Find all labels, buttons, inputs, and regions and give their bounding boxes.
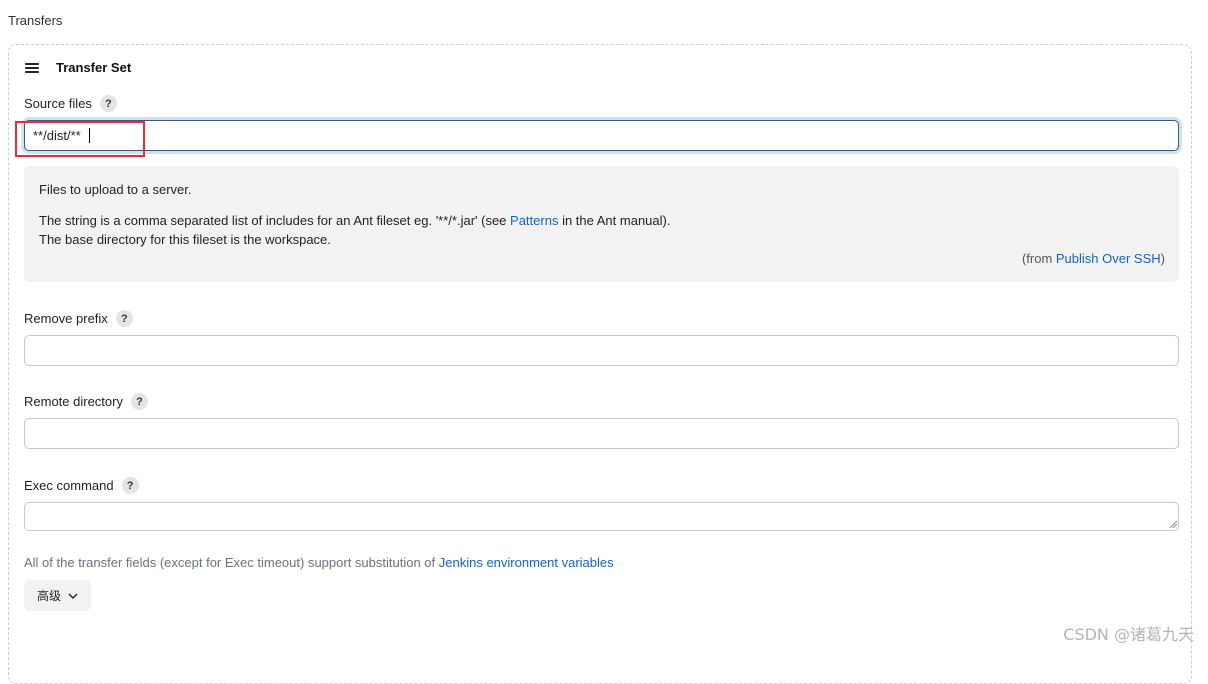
help-line-2: The string is a comma separated list of … [39,213,670,228]
publish-over-ssh-link[interactable]: Publish Over SSH [1056,251,1161,266]
watermark: CSDN @诸葛九天 [1063,625,1194,644]
exec-command-label-text: Exec command [24,478,114,493]
exec-command-help-icon[interactable]: ? [121,477,139,494]
advanced-button-label: 高级 [36,589,61,603]
advanced-button[interactable]: 高级 [24,580,91,611]
section-title: Transfers [8,13,63,28]
exec-command-label: Exec command ? [24,477,139,494]
panel-title: Transfer Set [56,60,132,75]
source-files-help-icon[interactable]: ? [99,95,117,112]
substitution-note: All of the transfer fields (except for E… [24,555,614,570]
remove-prefix-help-icon[interactable]: ? [115,310,133,327]
remove-prefix-label: Remove prefix ? [24,310,133,327]
remote-directory-label-text: Remote directory [24,394,123,409]
from-prefix: (from [1021,251,1056,266]
note-prefix: All of the transfer fields (except for E… [24,555,439,570]
source-files-label: Source files ? [24,95,117,112]
help-line-3: The base directory for this fileset is t… [39,232,331,247]
patterns-link[interactable]: Patterns [510,213,558,228]
jenkins-env-vars-link[interactable]: Jenkins environment variables [439,555,614,570]
source-files-label-text: Source files [24,96,92,111]
chevron-down-icon [68,593,78,599]
transfer-set-panel: Transfer Set Source files ? Files to upl… [8,44,1192,684]
help-line-2-suffix: in the Ant manual). [558,213,671,228]
help-line-1: Files to upload to a server. [39,182,192,197]
remove-prefix-input[interactable] [24,335,1179,366]
from-suffix: ) [1160,251,1165,266]
resize-grip-icon[interactable] [1169,520,1177,528]
remote-directory-label: Remote directory ? [24,393,148,410]
source-files-input[interactable] [24,120,1179,151]
drag-handle-icon[interactable] [25,62,39,73]
remote-directory-input[interactable] [24,418,1179,449]
help-source-line: (from Publish Over SSH) [1022,251,1165,266]
source-files-help-box: Files to upload to a server. The string … [24,166,1179,282]
panel-header: Transfer Set [25,60,131,75]
exec-command-textarea[interactable] [24,502,1179,531]
annotation-highlight-box [15,121,145,157]
remove-prefix-label-text: Remove prefix [24,311,108,326]
help-line-2-prefix: The string is a comma separated list of … [39,213,511,228]
remote-directory-help-icon[interactable]: ? [130,393,148,410]
